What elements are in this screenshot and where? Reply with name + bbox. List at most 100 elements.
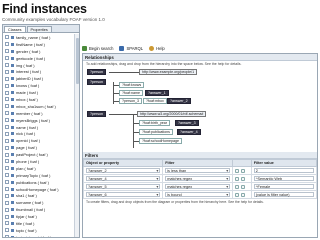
checkbox-icon[interactable] — [5, 138, 9, 143]
tree-scrollbar[interactable] — [74, 34, 79, 237]
node-answer-3[interactable]: ?answer_3 — [175, 120, 199, 126]
node-publications[interactable]: ?foaf:publications — [139, 129, 173, 135]
add-filter-icon[interactable] — [235, 176, 240, 181]
filter-select[interactable]: is bound ▾ — [165, 192, 231, 197]
checkbox-icon[interactable] — [5, 228, 9, 233]
node-mbox[interactable]: ?foaf:mbox — [143, 98, 167, 104]
tree-item[interactable]: jabberID ( foaf ) — [3, 75, 74, 82]
tree-item[interactable]: topic_interest ( foaf ) — [3, 234, 74, 237]
tree-item[interactable]: nick ( foaf ) — [3, 130, 74, 137]
node-ref[interactable]: ?foaf:knows — [119, 82, 145, 88]
tree-item[interactable]: plan ( foaf ) — [3, 165, 74, 172]
checkbox-icon[interactable] — [5, 49, 9, 54]
checkbox-icon[interactable] — [5, 97, 9, 102]
scrollbar-thumb[interactable] — [75, 38, 79, 84]
node-person-1[interactable]: ?person — [87, 69, 106, 75]
checkbox-icon[interactable] — [5, 131, 9, 136]
tree-item[interactable]: mbox ( foaf ) — [3, 96, 74, 103]
filter-value-input[interactable]: (value is filter value) — [253, 192, 314, 197]
checkbox-icon[interactable] — [5, 56, 9, 61]
begin-search-button[interactable]: Begin search — [82, 44, 113, 52]
remove-filter-icon[interactable] — [241, 168, 246, 173]
tree-item[interactable]: page ( foaf ) — [3, 144, 74, 151]
tree-item[interactable]: myersBriggs ( foaf ) — [3, 117, 74, 124]
checkbox-icon[interactable] — [5, 173, 9, 178]
checkbox-icon[interactable] — [5, 221, 9, 226]
checkbox-icon[interactable] — [5, 180, 9, 185]
help-button[interactable]: Help — [149, 44, 165, 52]
checkbox-icon[interactable] — [5, 63, 9, 67]
tree-item[interactable]: sha1 ( foaf ) — [3, 192, 74, 199]
tree-item[interactable]: title ( foaf ) — [3, 220, 74, 227]
node-answer-2[interactable]: ?answer_2 — [167, 98, 191, 104]
filter-select[interactable]: matches regex ▾ — [165, 176, 231, 181]
relationships-diagram[interactable]: ?person http://www.example.org/people/1 … — [83, 67, 317, 152]
checkbox-icon[interactable] — [5, 145, 9, 150]
checkbox-icon[interactable] — [5, 111, 9, 116]
checkbox-icon[interactable] — [5, 90, 9, 95]
checkbox-icon[interactable] — [5, 69, 9, 74]
tab-properties[interactable]: Properties — [26, 26, 52, 32]
tree-item[interactable]: tipjar ( foaf ) — [3, 213, 74, 220]
tree-item[interactable]: img ( foaf ) — [3, 62, 74, 69]
filter-select[interactable]: is less than ▾ — [165, 168, 231, 173]
tree-item[interactable]: name ( foaf ) — [3, 124, 74, 131]
tree-item[interactable]: publications ( foaf ) — [3, 179, 74, 186]
checkbox-icon[interactable] — [5, 166, 9, 171]
tree-item[interactable]: member ( foaf ) — [3, 110, 74, 117]
checkbox-icon[interactable] — [5, 159, 9, 164]
add-filter-icon[interactable] — [235, 168, 240, 173]
tree-item[interactable]: gender ( foaf ) — [3, 48, 74, 55]
tree-item[interactable]: knows ( foaf ) — [3, 82, 74, 89]
checkbox-icon[interactable] — [5, 104, 9, 109]
tree-item[interactable]: mbox_sha1sum ( foaf ) — [3, 103, 74, 110]
object-select[interactable]: ?answer_5 ▾ — [86, 184, 161, 189]
checkbox-icon[interactable] — [5, 200, 9, 205]
tree-item[interactable]: schoolHomepage ( foaf ) — [3, 186, 74, 193]
object-select[interactable]: ?answer_4 ▾ — [86, 176, 161, 181]
object-select[interactable]: ?answer_2 ▾ — [86, 168, 161, 173]
tree-item[interactable]: primaryTopic ( foaf ) — [3, 172, 74, 179]
remove-filter-icon[interactable] — [241, 176, 246, 181]
checkbox-icon[interactable] — [5, 193, 9, 198]
filter-value-input[interactable]: 2 — [253, 168, 314, 173]
node-birth[interactable]: ?foaf:birth_year — [139, 120, 170, 126]
tree-item[interactable]: thumbnail ( foaf ) — [3, 206, 74, 213]
tree-item[interactable]: firstName ( foaf ) — [3, 41, 74, 48]
filter-value-input[interactable]: ^Female — [253, 184, 314, 189]
tree-item[interactable]: topic ( foaf ) — [3, 227, 74, 234]
checkbox-icon[interactable] — [5, 207, 9, 212]
node-person-2[interactable]: ?person — [87, 79, 106, 85]
add-filter-icon[interactable] — [235, 192, 240, 197]
sparql-button[interactable]: SPARQL — [119, 44, 143, 52]
checkbox-icon[interactable] — [5, 76, 9, 81]
checkbox-icon[interactable] — [5, 35, 9, 40]
checkbox-icon[interactable] — [5, 235, 9, 237]
checkbox-icon[interactable] — [5, 83, 9, 88]
tab-classes[interactable]: Classes — [4, 26, 26, 32]
tree-item[interactable]: pastProject ( foaf ) — [3, 151, 74, 158]
add-filter-icon[interactable] — [235, 184, 240, 189]
node-answer-1[interactable]: ?answer_1 — [145, 90, 169, 96]
node-school-homepage[interactable]: ?foaf:schoolHomepage — [139, 138, 182, 144]
node-person-4[interactable]: ?person — [87, 111, 106, 117]
tree-item[interactable]: interest ( foaf ) — [3, 68, 74, 75]
tree-item[interactable]: made ( foaf ) — [3, 89, 74, 96]
tree-item[interactable]: family_name ( foaf ) — [3, 34, 74, 41]
object-select[interactable]: ?answer_6 ▾ — [86, 192, 161, 197]
checkbox-icon[interactable] — [5, 187, 9, 192]
remove-filter-icon[interactable] — [241, 192, 246, 197]
checkbox-icon[interactable] — [5, 118, 9, 123]
checkbox-icon[interactable] — [5, 214, 9, 219]
node-answer-4[interactable]: ?answer_4 — [177, 129, 201, 135]
tree-item[interactable]: phone ( foaf ) — [3, 158, 74, 165]
node-person-3[interactable]: ?person_3 — [119, 98, 142, 104]
node-name[interactable]: ?foaf:name — [119, 90, 143, 96]
tree-item[interactable]: openid ( foaf ) — [3, 137, 74, 144]
node-uri-1[interactable]: http://www.example.org/people/1 — [139, 69, 198, 75]
filter-value-input[interactable]: ^Semantic Web — [253, 176, 314, 181]
remove-filter-icon[interactable] — [241, 184, 246, 189]
checkbox-icon[interactable] — [5, 152, 9, 157]
checkbox-icon[interactable] — [5, 125, 9, 130]
filter-select[interactable]: matches regex ▾ — [165, 184, 231, 189]
